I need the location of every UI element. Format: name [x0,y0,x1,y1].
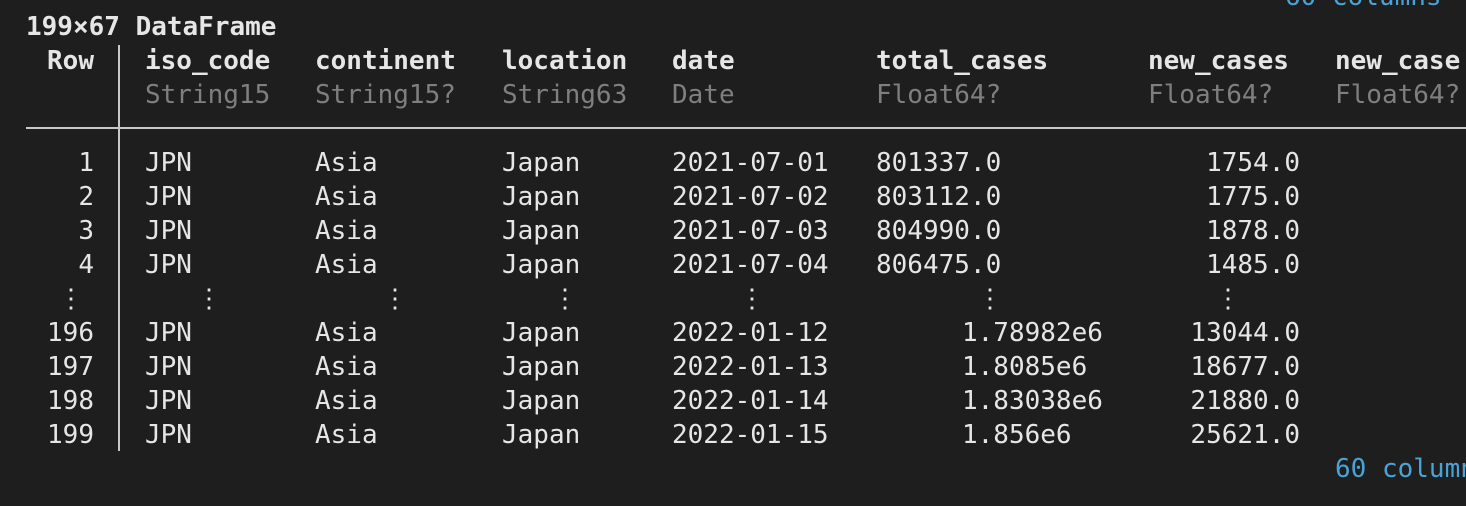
cell-continent: Asia [315,216,378,246]
row-index-divider [118,45,120,451]
row-index: 1 [78,148,94,178]
row-index: 198 [47,386,94,416]
cell-iso-code: JPN [145,250,192,280]
cell-date: 2021-07-01 [672,148,829,178]
cell-date: 2022-01-14 [672,386,829,416]
cell-continent: Asia [315,250,378,280]
column-type-date: Date [672,80,735,110]
column-header-location: location [502,46,628,76]
column-type-continent: String15? [315,80,456,110]
cell-new-cases: 1878.0 [1206,216,1300,246]
cell-total-cases: 1.78982e6 [962,318,1103,348]
cell-date: 2022-01-13 [672,352,829,382]
cell-date: 2022-01-12 [672,318,829,348]
column-header-new-cases: new_cases [1148,46,1289,76]
row-index: 2 [78,182,94,212]
cell-date: 2022-01-15 [672,420,829,450]
ellipsis-iso-code: ⋮ [196,284,222,314]
row-index: 196 [47,318,94,348]
ellipsis-date: ⋮ [739,284,765,314]
cell-total-cases: 1.83038e6 [962,386,1103,416]
cell-total-cases: 803112.0 [876,182,1002,212]
row-index: 3 [78,216,94,246]
cell-iso-code: JPN [145,420,192,450]
cell-location: Japan [502,420,581,450]
cell-new-cases: 18677.0 [1190,352,1300,382]
cell-continent: Asia [315,386,378,416]
cell-date: 2021-07-03 [672,216,829,246]
cell-iso-code: JPN [145,182,192,212]
cell-iso-code: JPN [145,216,192,246]
ellipsis-continent: ⋮ [382,284,408,314]
column-header-new-cases-clipped: new_case [1335,46,1461,76]
cell-location: Japan [502,386,581,416]
dataframe-title: 199×67 DataFrame [26,12,277,42]
cell-location: Japan [502,318,581,348]
omitted-columns-note: 60 columns [1335,454,1466,484]
cell-date: 2021-07-04 [672,250,829,280]
omitted-columns-note-top: 60 columns [1285,0,1442,14]
cell-iso-code: JPN [145,148,192,178]
cell-new-cases: 1485.0 [1206,250,1300,280]
column-header-total-cases: total_cases [876,46,1049,76]
cell-new-cases: 13044.0 [1190,318,1300,348]
cell-continent: Asia [315,148,378,178]
row-index: 4 [78,250,94,280]
header-divider [26,127,1466,129]
cell-total-cases: 1.856e6 [962,420,1072,450]
row-column-header: Row [47,46,94,76]
column-type-location: String63 [502,80,628,110]
cell-iso-code: JPN [145,386,192,416]
column-type-iso-code: String15 [145,80,271,110]
cell-continent: Asia [315,420,378,450]
cell-new-cases: 21880.0 [1190,386,1300,416]
cell-date: 2021-07-02 [672,182,829,212]
column-type-new-cases-clipped: Float64? [1335,80,1461,110]
ellipsis-new-cases: ⋮ [1215,284,1241,314]
row-index: 199 [47,420,94,450]
cell-new-cases: 1754.0 [1206,148,1300,178]
cell-iso-code: JPN [145,318,192,348]
column-header-iso-code: iso_code [145,46,271,76]
cell-new-cases: 1775.0 [1206,182,1300,212]
ellipsis-total-cases: ⋮ [977,284,1003,314]
ellipsis-row-index: ⋮ [58,284,84,314]
cell-total-cases: 804990.0 [876,216,1002,246]
cell-location: Japan [502,182,581,212]
cell-total-cases: 806475.0 [876,250,1002,280]
cell-location: Japan [502,148,581,178]
column-type-new-cases: Float64? [1148,80,1274,110]
cell-continent: Asia [315,318,378,348]
cell-iso-code: JPN [145,352,192,382]
ellipsis-location: ⋮ [552,284,578,314]
column-type-total-cases: Float64? [876,80,1002,110]
cell-total-cases: 1.8085e6 [962,352,1088,382]
column-header-continent: continent [315,46,456,76]
cell-location: Japan [502,250,581,280]
cell-location: Japan [502,216,581,246]
column-header-date: date [672,46,735,76]
cell-location: Japan [502,352,581,382]
cell-continent: Asia [315,182,378,212]
row-index: 197 [47,352,94,382]
cell-continent: Asia [315,352,378,382]
cell-new-cases: 25621.0 [1190,420,1300,450]
cell-total-cases: 801337.0 [876,148,1002,178]
